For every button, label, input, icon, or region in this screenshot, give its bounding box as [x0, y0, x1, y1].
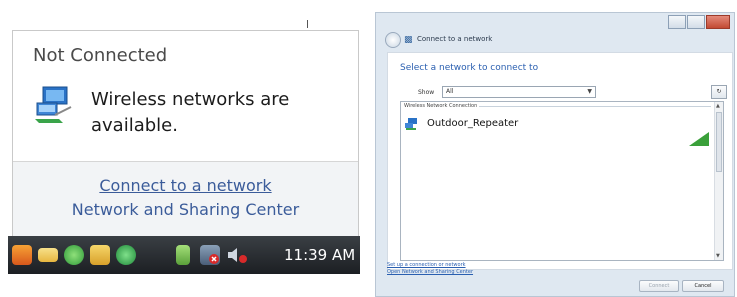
- list-scrollbar[interactable]: ▲ ▼: [714, 102, 723, 260]
- update-icon[interactable]: [116, 245, 136, 265]
- taskbar: 11:39 AM: [8, 236, 360, 274]
- window-controls: [668, 15, 730, 29]
- scroll-up-icon[interactable]: ▲: [716, 103, 720, 109]
- wireless-network-icon: [35, 86, 72, 123]
- popup-message: Wireless networks are available.: [91, 89, 290, 136]
- show-filter-label: Show: [418, 89, 435, 96]
- popup-title: Not Connected: [33, 45, 168, 66]
- cancel-button[interactable]: Cancel: [682, 280, 724, 292]
- chevron-down-icon: ▼: [587, 88, 592, 95]
- group-header: Wireless Network Connection: [404, 103, 478, 109]
- refresh-button[interactable]: ↻: [711, 85, 727, 99]
- calendar-icon[interactable]: [90, 245, 110, 265]
- dialog-content: Select a network to connect to Show All …: [387, 52, 733, 270]
- select-network-heading: Select a network to connect to: [400, 63, 539, 73]
- group-divider: [479, 106, 711, 107]
- connect-to-network-dialog: ▩ Connect to a network Select a network …: [375, 12, 735, 297]
- office-icon[interactable]: [12, 245, 32, 265]
- popup-links-area: Connect to a network Network and Sharing…: [13, 162, 358, 237]
- setup-connection-link[interactable]: Set up a connection or network: [387, 262, 466, 268]
- network-title-icon: ▩: [404, 35, 413, 45]
- close-button[interactable]: [706, 15, 730, 29]
- minimize-button[interactable]: [668, 15, 686, 29]
- back-arrow-icon[interactable]: [385, 32, 401, 48]
- connect-button[interactable]: Connect: [639, 280, 679, 292]
- network-sharing-center-link[interactable]: Network and Sharing Center: [13, 200, 358, 219]
- show-filter-select[interactable]: All ▼: [442, 86, 596, 98]
- maximize-button[interactable]: [687, 15, 705, 29]
- window-edge-mark: [307, 20, 308, 28]
- connect-to-network-link[interactable]: Connect to a network: [13, 176, 358, 195]
- device-icon[interactable]: [176, 245, 190, 265]
- open-sharing-center-link[interactable]: Open Network and Sharing Center: [387, 269, 473, 275]
- dialog-title: Connect to a network: [417, 35, 493, 43]
- network-list: Wireless Network Connection Outdoor_Repe…: [400, 101, 724, 261]
- network-status-popup: Not Connected Wireless networks are avai…: [12, 30, 359, 237]
- scroll-down-icon[interactable]: ▼: [716, 253, 720, 259]
- network-disconnected-icon[interactable]: [200, 245, 220, 265]
- show-filter-value: All: [446, 88, 454, 95]
- messenger-icon[interactable]: [64, 245, 84, 265]
- popup-status-area: Not Connected Wireless networks are avai…: [13, 31, 358, 162]
- network-name: Outdoor_Repeater: [427, 118, 519, 129]
- taskbar-clock[interactable]: 11:39 AM: [284, 246, 355, 264]
- disconnected-x-icon: [209, 254, 219, 264]
- mail-icon[interactable]: [38, 248, 58, 262]
- volume-icon[interactable]: [226, 245, 247, 265]
- signal-strength-icon: [689, 132, 709, 146]
- network-item[interactable]: Outdoor_Repeater: [405, 116, 705, 134]
- network-computer-icon: [405, 118, 417, 130]
- scroll-thumb[interactable]: [716, 112, 722, 172]
